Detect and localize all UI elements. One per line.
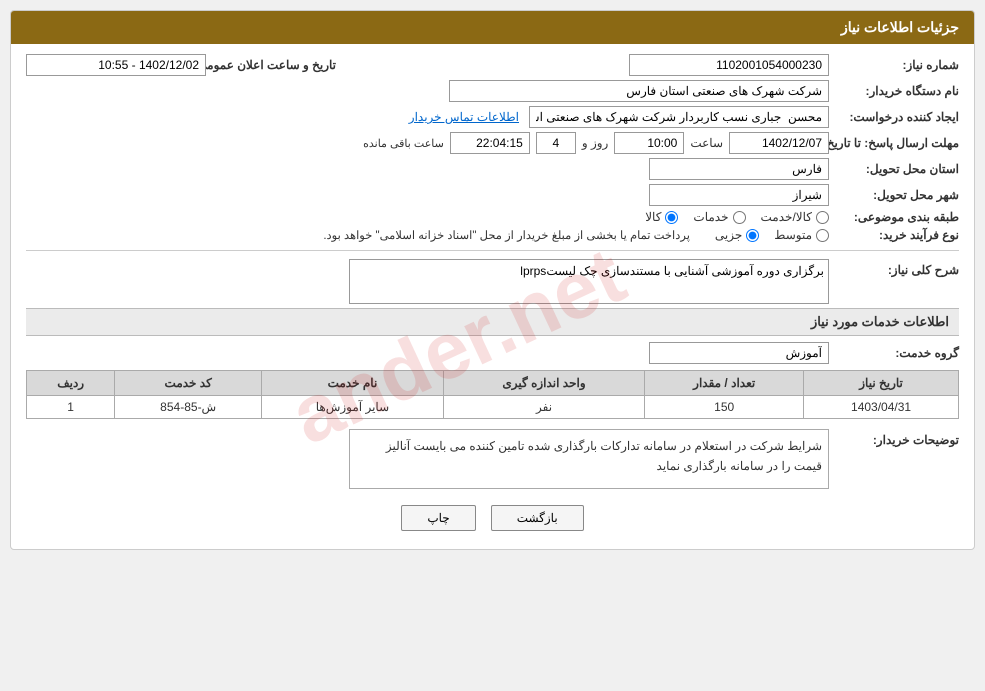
back-button[interactable]: بازگشت <box>491 505 584 531</box>
deadline-remaining-input <box>450 132 530 154</box>
process-motavassett-radio[interactable] <box>816 229 829 242</box>
need-summary-label: شرح کلی نیاز: <box>829 259 959 277</box>
table-row: 1403/04/31 150 نفر سایر آموزش‌ها ش-85-85… <box>27 396 959 419</box>
deadline-time-label: ساعت <box>690 136 723 150</box>
col-qty: تعداد / مقدار <box>645 371 804 396</box>
col-row: ردیف <box>27 371 115 396</box>
buyer-desc-content: شرایط شرکت در استعلام در سامانه تدارکات … <box>349 429 829 489</box>
category-khadamat-label: خدمات <box>693 210 728 224</box>
process-jozee-option[interactable]: جزیی <box>715 228 759 242</box>
process-label: نوع فرآیند خرید: <box>829 228 959 242</box>
page-header: جزئیات اطلاعات نیاز <box>11 11 974 44</box>
category-khadamat-radio[interactable] <box>733 211 746 224</box>
category-kala-option[interactable]: کالا <box>645 210 678 224</box>
process-jozee-label: جزیی <box>715 228 742 242</box>
col-service-name: نام خدمت <box>262 371 444 396</box>
creator-label: ایجاد کننده درخواست: <box>829 110 959 124</box>
deadline-label: مهلت ارسال پاسخ: تا تاریخ: <box>829 136 959 150</box>
deadline-time-input <box>614 132 684 154</box>
process-note: پرداخت تمام یا بخشی از مبلغ خریدار از مح… <box>323 228 690 242</box>
org-name-label: نام دستگاه خریدار: <box>829 84 959 98</box>
process-jozee-radio[interactable] <box>746 229 759 242</box>
col-service-code: کد خدمت <box>115 371 262 396</box>
deadline-days-input <box>536 132 576 154</box>
city-input <box>649 184 829 206</box>
cell-row: 1 <box>27 396 115 419</box>
org-name-input <box>449 80 829 102</box>
cell-date: 1403/04/31 <box>804 396 959 419</box>
process-motavassett-option[interactable]: متوسط <box>774 228 829 242</box>
col-unit: واحد اندازه گیری <box>443 371 644 396</box>
announcement-date-label: تاریخ و ساعت اعلان عمومی: <box>206 58 336 72</box>
province-label: استان محل تحویل: <box>829 162 959 176</box>
buyer-desc-label: توضیحات خریدار: <box>829 429 959 447</box>
category-kala-khadamat-label: کالا/خدمت <box>761 210 812 224</box>
need-summary-textarea[interactable]: برگزاری دوره آموزشی آشنایی با مستندسازی … <box>349 259 829 304</box>
creator-input <box>529 106 829 128</box>
service-group-label: گروه خدمت: <box>829 346 959 360</box>
process-motavassett-label: متوسط <box>774 228 812 242</box>
category-kala-radio[interactable] <box>665 211 678 224</box>
cell-service-name: سایر آموزش‌ها <box>262 396 444 419</box>
print-button[interactable]: چاپ <box>401 505 475 531</box>
announcement-date-input <box>26 54 206 76</box>
category-kala-label: کالا <box>645 210 661 224</box>
need-number-input <box>629 54 829 76</box>
service-group-input <box>649 342 829 364</box>
deadline-date-input <box>729 132 829 154</box>
cell-qty: 150 <box>645 396 804 419</box>
deadline-remaining-label: ساعت باقی مانده <box>363 137 444 150</box>
col-date: تاریخ نیاز <box>804 371 959 396</box>
cell-unit: نفر <box>443 396 644 419</box>
cell-service-code: ش-85-854 <box>115 396 262 419</box>
need-number-label: شماره نیاز: <box>829 58 959 72</box>
services-section-title: اطلاعات خدمات مورد نیاز <box>26 308 959 336</box>
category-kala-khadamat-option[interactable]: کالا/خدمت <box>761 210 829 224</box>
city-label: شهر محل تحویل: <box>829 188 959 202</box>
category-kala-khadamat-radio[interactable] <box>816 211 829 224</box>
services-table: تاریخ نیاز تعداد / مقدار واحد اندازه گیر… <box>26 370 959 419</box>
category-label: طبقه بندی موضوعی: <box>829 210 959 224</box>
category-khadamat-option[interactable]: خدمات <box>693 210 745 224</box>
contact-link[interactable]: اطلاعات تماس خریدار <box>409 110 519 124</box>
province-input <box>649 158 829 180</box>
deadline-days-label: روز و <box>582 136 609 150</box>
